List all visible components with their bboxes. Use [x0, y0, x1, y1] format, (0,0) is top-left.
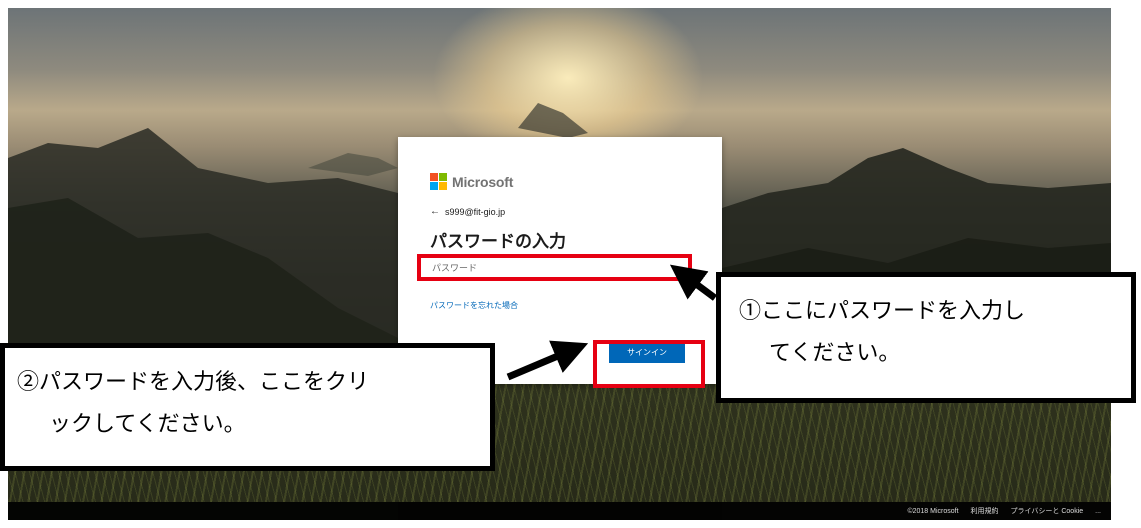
- signin-button[interactable]: サインイン: [609, 341, 685, 363]
- footer-more-button[interactable]: ...: [1095, 508, 1101, 515]
- left-arrow-icon[interactable]: ←: [430, 206, 440, 217]
- callout-step1-line1: ①ここにパスワードを入力し: [739, 299, 1026, 324]
- password-input[interactable]: [430, 259, 696, 278]
- page-title: パスワードの入力: [430, 232, 566, 251]
- forgot-password-link[interactable]: パスワードを忘れた場合: [430, 300, 518, 311]
- microsoft-logo: Microsoft: [430, 173, 513, 190]
- brand-name: Microsoft: [452, 173, 514, 190]
- callout-step2-line1: ②パスワードを入力後、ここをクリ: [17, 370, 370, 395]
- callout-step2: ②パスワードを入力後、ここをクリ ックしてください。: [0, 343, 495, 471]
- callout-step2-line2: ックしてください。: [49, 412, 246, 437]
- footer-privacy-link[interactable]: プライバシーと Cookie: [1011, 506, 1084, 516]
- microsoft-logo-icon: [430, 173, 447, 190]
- callout-step1: ①ここにパスワードを入力し てください。: [716, 272, 1136, 403]
- footer-bar: ©2018 Microsoft 利用規約 プライバシーと Cookie ...: [8, 502, 1111, 520]
- account-email: s999@fit-gio.jp: [445, 206, 506, 217]
- callout-step1-line2: てください。: [769, 341, 901, 366]
- footer-copyright: ©2018 Microsoft: [907, 507, 959, 515]
- footer-terms-link[interactable]: 利用規約: [971, 506, 999, 516]
- account-row: ← s999@fit-gio.jp: [430, 206, 505, 217]
